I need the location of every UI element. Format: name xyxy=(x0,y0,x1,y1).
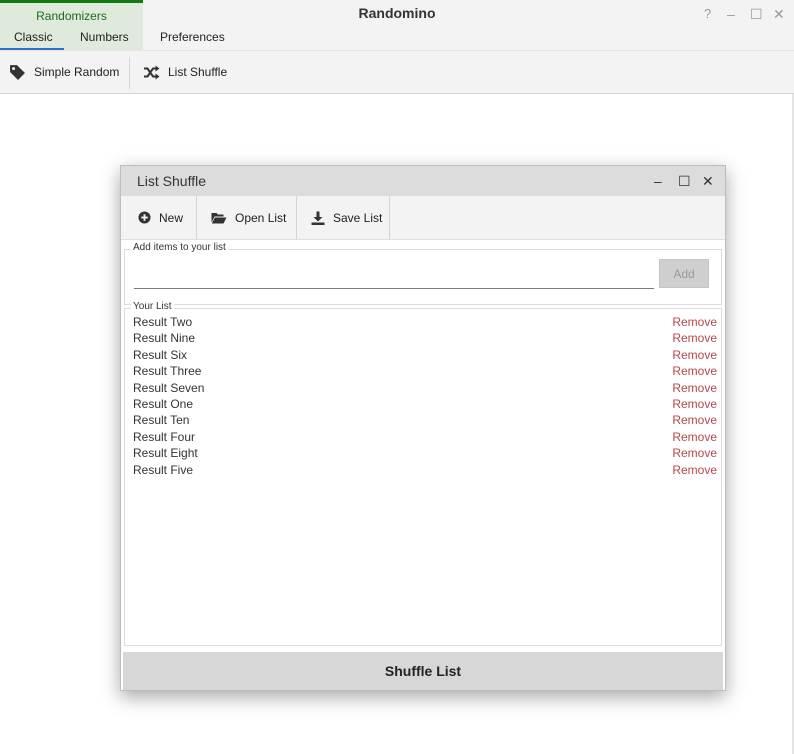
app-title: Randomino xyxy=(358,5,436,21)
remove-link[interactable]: Remove xyxy=(672,413,717,427)
save-list-label: Save List xyxy=(333,210,383,225)
simple-random-label: Simple Random xyxy=(34,65,120,79)
shuffle-icon xyxy=(144,65,160,79)
open-list-button[interactable]: Open List xyxy=(211,196,286,239)
add-items-group: Add items to your list Add xyxy=(124,242,722,305)
list-item-text: Result Seven xyxy=(133,380,205,395)
list-item: Result Two Remove xyxy=(133,315,717,331)
list-shuffle-label: List Shuffle xyxy=(168,65,228,79)
list-item: Result Six Remove xyxy=(133,348,717,364)
command-bar: Simple Random List Shuffle xyxy=(0,50,794,94)
list-item-text: Result Eight xyxy=(133,446,198,461)
list-item-text: Result One xyxy=(133,397,194,411)
list-item: Result Eight Remove xyxy=(133,446,717,462)
remove-link[interactable]: Remove xyxy=(672,430,717,444)
plus-circle-icon xyxy=(138,211,151,224)
new-list-button[interactable]: New xyxy=(138,196,183,239)
maximize-icon[interactable]: ☐ xyxy=(750,6,763,22)
your-list-group: Your List Result Two Remove Result Nine Rem… xyxy=(124,301,722,646)
remove-link[interactable]: Remove xyxy=(672,381,717,395)
list-item: Result Ten Remove xyxy=(133,413,717,429)
add-items-legend: Add items to your list xyxy=(131,242,228,253)
remove-link[interactable]: Remove xyxy=(672,397,717,411)
download-icon xyxy=(311,211,325,225)
toolbar-separator xyxy=(196,196,197,239)
help-icon[interactable]: ? xyxy=(704,6,711,22)
dialog-title-bar[interactable]: List Shuffle – ☐ ✕ xyxy=(121,166,725,196)
list-item: Result One Remove xyxy=(133,397,717,413)
remove-link[interactable]: Remove xyxy=(672,463,717,477)
folder-open-icon xyxy=(211,212,227,223)
remove-link[interactable]: Remove xyxy=(672,348,717,362)
toolbar-separator xyxy=(296,196,297,239)
list-item: Result Three Remove xyxy=(133,364,717,380)
list-item-text: Result Five xyxy=(133,462,194,477)
dialog-minimize-icon[interactable]: – xyxy=(654,173,662,189)
remove-link[interactable]: Remove xyxy=(672,364,717,378)
list-item-text: Result Two xyxy=(133,315,193,329)
your-list-legend: Your List xyxy=(131,301,174,312)
add-item-input[interactable] xyxy=(134,260,654,289)
dialog-toolbar: New Open List Save List xyxy=(121,196,725,240)
shuffle-list-button[interactable]: Shuffle List xyxy=(123,652,723,690)
list-item-text: Result Six xyxy=(133,347,188,362)
minimize-icon[interactable]: – xyxy=(727,6,735,22)
list-item: Result Four Remove xyxy=(133,430,717,446)
list-item-text: Result Nine xyxy=(133,331,196,346)
command-separator xyxy=(129,57,130,89)
save-list-button[interactable]: Save List xyxy=(311,196,382,239)
list-item: Result Five Remove xyxy=(133,463,717,479)
open-list-label: Open List xyxy=(235,210,287,225)
simple-random-button[interactable]: Simple Random xyxy=(9,51,119,93)
tag-icon xyxy=(10,64,25,80)
list-item: Result Nine Remove xyxy=(133,331,717,347)
remove-link[interactable]: Remove xyxy=(672,315,717,329)
dialog-close-icon[interactable]: ✕ xyxy=(702,173,714,189)
dialog-maximize-icon[interactable]: ☐ xyxy=(678,173,691,189)
list-item-text: Result Ten xyxy=(133,413,190,428)
dialog-title: List Shuffle xyxy=(137,173,207,189)
new-label: New xyxy=(159,210,184,225)
add-button[interactable]: Add xyxy=(659,259,709,288)
tab-classic[interactable]: Classic xyxy=(14,30,53,44)
list-shuffle-button[interactable]: List Shuffle xyxy=(143,51,227,93)
toolbar-separator xyxy=(389,196,390,239)
remove-link[interactable]: Remove xyxy=(672,446,717,460)
tab-numbers[interactable]: Numbers xyxy=(80,30,129,44)
list-item-text: Result Four xyxy=(133,429,196,444)
list-shuffle-dialog: List Shuffle – ☐ ✕ New Open List Save Li… xyxy=(120,165,726,691)
list-item-text: Result Three xyxy=(133,364,202,379)
tab-preferences[interactable]: Preferences xyxy=(160,30,225,44)
title-bar: Randomizers Classic Numbers Preferences … xyxy=(0,0,794,50)
close-icon[interactable]: ✕ xyxy=(773,6,785,22)
remove-link[interactable]: Remove xyxy=(672,331,717,345)
list-item: Result Seven Remove xyxy=(133,381,717,397)
